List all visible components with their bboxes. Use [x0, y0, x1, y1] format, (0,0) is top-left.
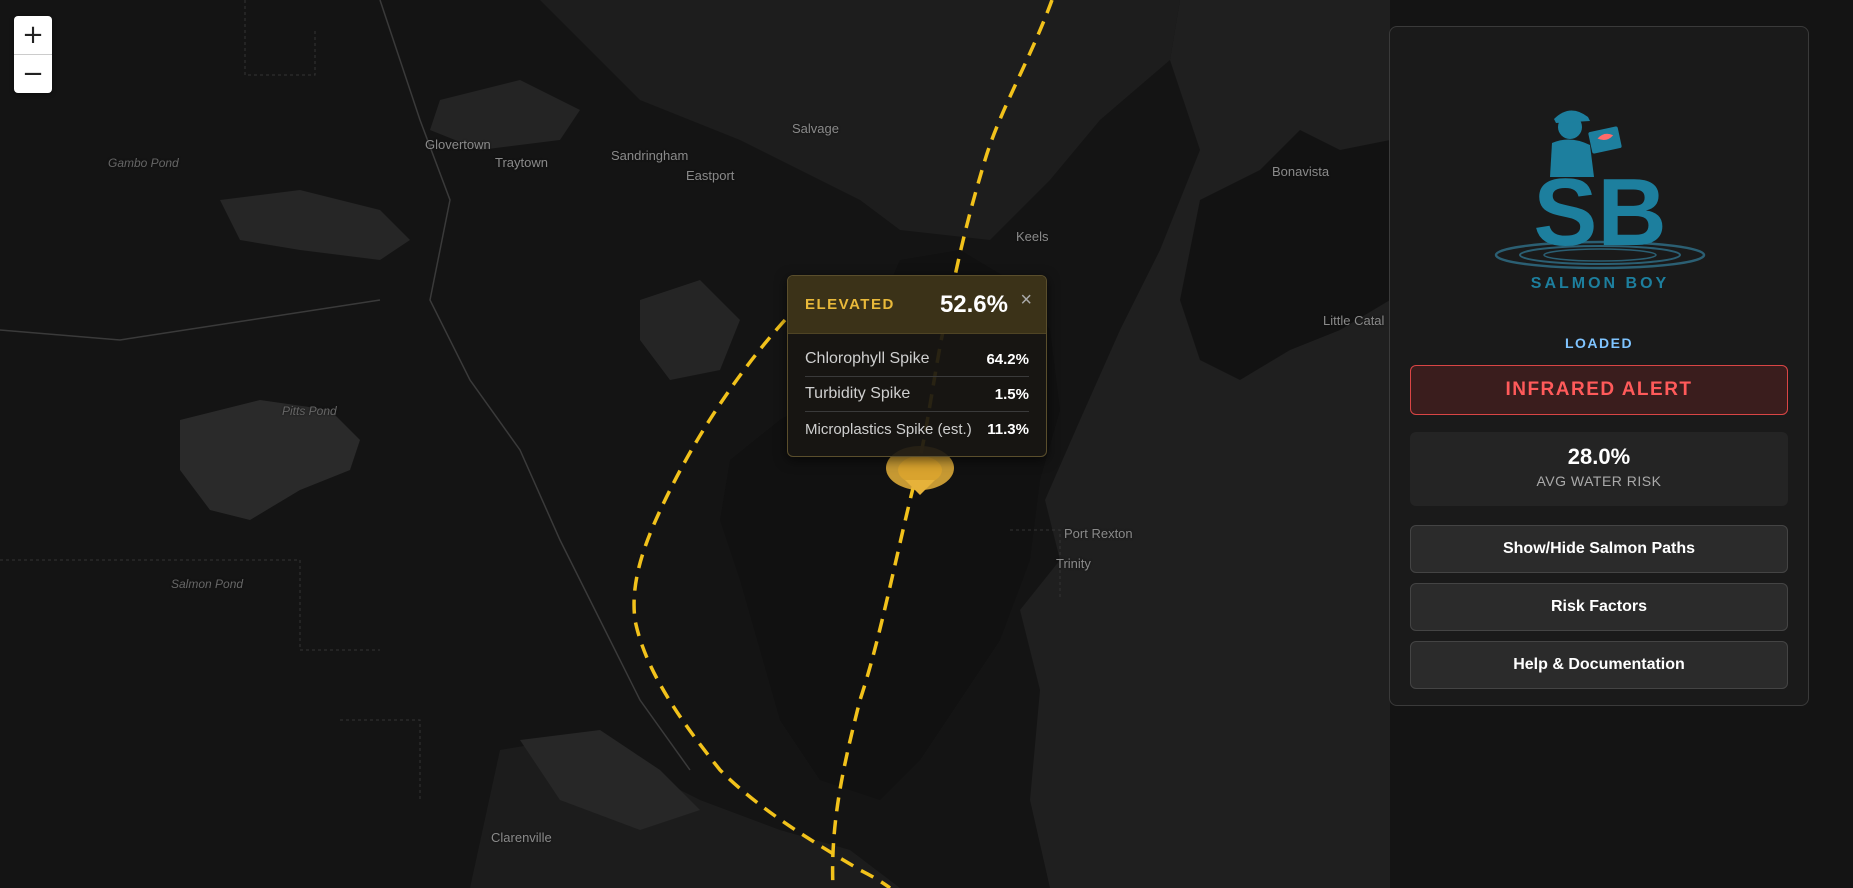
risk-score: 52.6% — [939, 290, 1008, 318]
risk-level-label: ELEVATED — [805, 296, 895, 313]
place-label-keels: Keels — [1016, 229, 1049, 244]
place-label-clarenville: Clarenville — [491, 830, 552, 845]
place-label-trinity: Trinity — [1056, 556, 1091, 571]
place-label-salvage: Salvage — [792, 121, 839, 136]
toggle-salmon-paths-button[interactable]: Show/Hide Salmon Paths — [1410, 525, 1788, 573]
factor-value: 1.5% — [994, 385, 1029, 403]
factor-value: 11.3% — [987, 420, 1029, 438]
zoom-control: + − — [14, 16, 52, 93]
popup-factor-row: Chlorophyll Spike 64.2% — [805, 342, 1029, 377]
place-label-bonavista: Bonavista — [1272, 164, 1330, 179]
road-line — [0, 0, 691, 771]
place-label-salmon-pond: Salmon Pond — [171, 577, 244, 591]
place-label-port-rexton: Port Rexton — [1064, 526, 1133, 541]
lake — [220, 190, 410, 260]
place-label-eastport: Eastport — [686, 168, 735, 183]
infrared-alert-banner: INFRARED ALERT — [1410, 365, 1788, 415]
popup-factor-row: Microplastics Spike (est.) 11.3% — [805, 412, 1029, 446]
avg-water-risk-card: 28.0% AVG WATER RISK — [1410, 432, 1788, 506]
control-panel: SB SALMON BOY LOADED INFRARED ALERT 28.0… — [1389, 26, 1809, 706]
place-label-sandringham: Sandringham — [611, 148, 689, 163]
bay-water — [540, 0, 1180, 240]
logo-name: SALMON BOY — [1530, 275, 1670, 292]
factor-label: Microplastics Spike (est.) — [805, 420, 972, 438]
risk-popup: ELEVATED 52.6% × Chlorophyll Spike 64.2%… — [787, 275, 1047, 457]
avg-water-risk-value: 28.0% — [1567, 444, 1631, 469]
place-label-pitts-pond: Pitts Pond — [282, 404, 337, 418]
close-icon[interactable]: × — [1020, 290, 1032, 310]
salmon-boy-logo: SB SALMON BOY — [1490, 85, 1710, 295]
zoom-in-button[interactable]: + — [14, 16, 52, 54]
lake — [640, 280, 740, 380]
popup-factor-list: Chlorophyll Spike 64.2% Turbidity Spike … — [788, 334, 1046, 456]
status-label: LOADED — [1564, 335, 1634, 351]
factor-label: Chlorophyll Spike — [805, 350, 930, 367]
place-label-traytown: Traytown — [495, 155, 548, 170]
avg-water-risk-label: AVG WATER RISK — [1536, 473, 1662, 489]
factor-label: Turbidity Spike — [805, 385, 911, 402]
help-documentation-button[interactable]: Help & Documentation — [1410, 641, 1788, 689]
popup-header: ELEVATED 52.6% × — [788, 276, 1046, 334]
logo-graphic: SB — [1494, 110, 1706, 270]
zoom-out-button[interactable]: − — [14, 54, 52, 93]
logo-initials: SB — [1533, 159, 1666, 266]
lake — [180, 400, 360, 520]
place-label-gambo-pond: Gambo Pond — [108, 156, 179, 170]
popup-factor-row: Turbidity Spike 1.5% — [805, 377, 1029, 412]
risk-factors-button[interactable]: Risk Factors — [1410, 583, 1788, 631]
place-label-glovertown: Glovertown — [425, 137, 491, 152]
factor-value: 64.2% — [986, 350, 1029, 368]
place-label-little-catalina: Little Catal — [1323, 313, 1385, 328]
